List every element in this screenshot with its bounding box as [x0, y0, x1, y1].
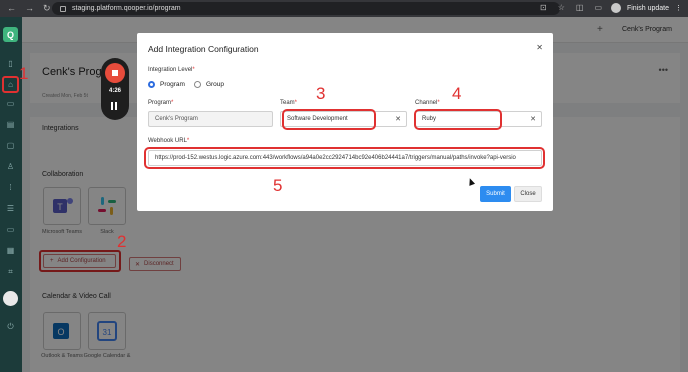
- screen-recorder-widget: 4:26: [101, 58, 129, 120]
- user-avatar[interactable]: [3, 291, 18, 306]
- clipboard-icon[interactable]: ▤: [5, 120, 16, 130]
- calendar-icon[interactable]: ▦: [5, 246, 16, 256]
- menu-dots-icon[interactable]: ⋮: [675, 4, 682, 12]
- people-icon[interactable]: ♙: [5, 162, 16, 172]
- webhook-highlight-box: [144, 147, 545, 169]
- stop-icon: [112, 70, 118, 76]
- extension-icon[interactable]: ⊡: [540, 3, 547, 12]
- site-info-icon[interactable]: [60, 5, 66, 12]
- back-icon[interactable]: ←: [7, 3, 16, 14]
- list-icon[interactable]: ☰: [5, 204, 16, 214]
- annotation-number-4: 4: [452, 84, 462, 103]
- radio-program[interactable]: [148, 81, 155, 88]
- annotation-number-1: 1: [19, 64, 29, 83]
- recording-time: 4:26: [108, 88, 121, 94]
- channel-highlight-box: [414, 109, 502, 130]
- reload-icon[interactable]: ↻: [43, 3, 51, 14]
- annotation-number-2: 2: [117, 232, 127, 251]
- pause-icon[interactable]: [111, 102, 119, 110]
- close-icon[interactable]: ✕: [536, 43, 543, 52]
- logout-icon[interactable]: ⏻: [5, 322, 16, 332]
- finish-update-button[interactable]: Finish update ⋮: [610, 3, 682, 13]
- team-label: Team*: [280, 100, 298, 106]
- integration-level-label: Integration Level*: [148, 67, 195, 73]
- finish-update-label: Finish update: [626, 4, 669, 12]
- program-value: Cenk's Program: [155, 116, 198, 122]
- message-icon[interactable]: ▢: [5, 141, 16, 151]
- program-label: Program*: [148, 100, 174, 106]
- clear-team-icon[interactable]: ✕: [395, 115, 401, 123]
- stop-recording-button[interactable]: [105, 63, 125, 83]
- radio-group[interactable]: [193, 81, 201, 88]
- settings-icon[interactable]: [5, 265, 16, 275]
- program-field[interactable]: Cenk's Program: [148, 111, 273, 127]
- home-highlight-box: [2, 76, 19, 93]
- forward-icon[interactable]: →: [25, 3, 34, 14]
- integration-level-radios: Program Group: [148, 81, 224, 88]
- browser-action-icons: ⊡ ☆ ◫ ▭: [540, 3, 602, 12]
- radio-group-label: Group: [205, 81, 225, 88]
- annotation-number-3: 3: [316, 84, 326, 103]
- team-highlight-box: [282, 109, 376, 130]
- qooper-logo[interactable]: Q: [3, 27, 18, 42]
- modal-title: Add Integration Configuration: [148, 44, 259, 54]
- grid-icon[interactable]: ⁞: [5, 183, 16, 193]
- browser-toolbar: ← → ↻ staging.platform.qooper.io/program…: [0, 0, 688, 17]
- clear-channel-icon[interactable]: ✕: [530, 115, 536, 123]
- inbox-icon[interactable]: ▭: [5, 99, 16, 109]
- modal-close-button[interactable]: Close: [514, 186, 542, 202]
- webhook-label: Webhook URL*: [148, 138, 190, 144]
- bookmark-icon[interactable]: ☆: [558, 3, 565, 12]
- puzzle-icon[interactable]: ◫: [576, 3, 584, 12]
- address-bar[interactable]: staging.platform.qooper.io/program: [52, 2, 560, 15]
- profile-avatar[interactable]: [610, 3, 621, 13]
- channel-label: Channel*: [415, 100, 440, 106]
- book-icon[interactable]: ▯: [5, 59, 16, 69]
- browser-nav: ← → ↻: [0, 3, 60, 14]
- add-integration-modal: Add Integration Configuration ✕ Integrat…: [137, 33, 553, 211]
- url-text: staging.platform.qooper.io/program: [72, 5, 181, 12]
- radio-program-label: Program: [160, 81, 185, 88]
- submit-button[interactable]: Submit: [480, 186, 511, 202]
- annotation-number-5: 5: [273, 176, 283, 195]
- sidepanel-icon[interactable]: ▭: [594, 3, 602, 12]
- card-icon[interactable]: ▭: [5, 225, 16, 235]
